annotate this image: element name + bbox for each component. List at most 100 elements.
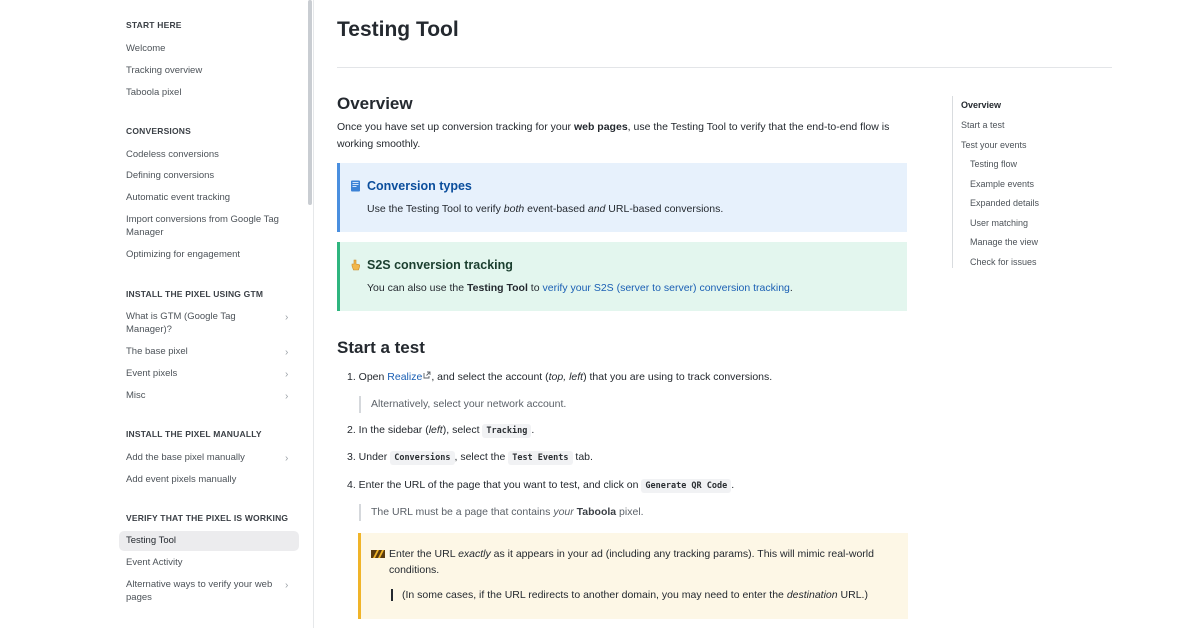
sidebar-item-misc[interactable]: Misc [126,390,296,403]
note-text: pixel. [616,506,644,518]
step-text: , and select the account ( [431,371,549,383]
sidebar-item-welcome[interactable]: Welcome [126,43,296,56]
sidebar-item-import-conversions-gtm[interactable]: Import conversions from Google Tag Manag… [126,214,296,239]
warning-text: Enter the URL exactly as it appears in y… [389,546,889,578]
hand-pointing-icon [351,259,361,271]
chevron-right-icon[interactable]: › [285,454,293,464]
sidebar-item-event-pixels[interactable]: Event pixels [126,368,296,381]
toc-item-testing-flow[interactable]: Testing flow [970,159,1017,169]
title-divider [337,67,1112,68]
overview-text: Once you have set up conversion tracking… [337,121,574,133]
sidebar-item-codeless-conversions[interactable]: Codeless conversions [126,149,296,162]
step-1-note: Alternatively, select your network accou… [359,396,566,413]
callout-conversion-types: Conversion types Use the Testing Tool to… [337,163,907,232]
overview-heading: Overview [337,94,413,113]
step-3: 3. Under Conversions, select the Test Ev… [347,451,593,465]
overview-paragraph: Once you have set up conversion tracking… [337,119,912,153]
sidebar-item-what-is-gtm[interactable]: What is GTM (Google Tag Manager)? [126,311,276,336]
overview-bold: web pages [573,121,628,133]
toc-item-overview[interactable]: Overview [961,100,1001,110]
sidebar-item-taboola-pixel[interactable]: Taboola pixel [126,87,296,100]
toc-item-check-for-issues[interactable]: Check for issues [970,257,1037,267]
warning-text-part: Enter the URL [389,548,459,560]
page-title: Testing Tool [337,18,459,41]
toc-item-user-matching[interactable]: User matching [970,218,1028,228]
note-bold: Taboola [573,506,617,518]
step-4-note: The URL must be a page that contains you… [359,504,644,521]
callout-text: . [789,282,793,294]
sidebar-heading-install-manually: INSTALL THE PIXEL MANUALLY [126,429,262,439]
sidebar-heading-verify: VERIFY THAT THE PIXEL IS WORKING [126,513,289,523]
step-text: ) that you are using to track conversion… [583,371,773,383]
chevron-right-icon[interactable]: › [285,581,293,591]
step-text: 4. Enter the URL of the page that you wa… [347,479,642,491]
callout-bold: Testing Tool [467,282,528,294]
code-generate-qr: Generate QR Code [641,479,732,493]
callout-emphasis: both [503,203,525,215]
step-text: 2. In the sidebar ( [347,424,429,436]
sidebar-item-add-event-pixels-manually[interactable]: Add event pixels manually [126,474,296,487]
sidebar-item-event-activity[interactable]: Event Activity [126,557,296,570]
chevron-right-icon[interactable]: › [285,370,293,380]
warning-note-emphasis: destination [786,589,838,601]
callout-text: You can also use the [367,282,468,294]
sidebar-item-add-base-pixel-manually[interactable]: Add the base pixel manually [126,452,296,465]
step-text: 1. Open [347,371,388,383]
callout-title: Conversion types [367,179,472,193]
step-text: ), select [442,424,483,436]
verify-s2s-link[interactable]: verify your S2S (server to server) conve… [542,282,789,294]
book-icon [351,180,360,192]
sidebar-heading-conversions: CONVERSIONS [126,126,192,136]
sidebar-item-defining-conversions[interactable]: Defining conversions [126,170,296,183]
callout-text: event-based [524,203,588,215]
code-tracking: Tracking [482,424,532,438]
sidebar-item-alternative-ways[interactable]: Alternative ways to verify your web page… [126,579,276,604]
sidebar-item-base-pixel[interactable]: The base pixel [126,346,296,359]
step-emphasis: left [428,424,443,436]
sidebar-item-optimizing-engagement[interactable]: Optimizing for engagement [126,249,296,262]
step-text: . [531,424,535,436]
callout-body: You can also use the Testing Tool to ver… [367,282,793,294]
sidebar-heading-start-here: START HERE [126,20,182,30]
sidebar-scrollbar[interactable] [308,0,312,205]
warning-note: (In some cases, if the URL redirects to … [391,589,868,601]
chevron-right-icon[interactable]: › [285,313,293,323]
step-text: . [731,479,735,491]
docs-sidebar: START HERE Welcome Tracking overview Tab… [0,0,314,628]
warning-note-text: (In some cases, if the URL redirects to … [402,589,787,601]
step-4: 4. Enter the URL of the page that you wa… [347,479,735,493]
step-text: , select the [454,451,509,463]
warning-note-text: URL.) [837,589,868,601]
step-emphasis: top, left [548,371,584,383]
step-text: 3. Under [347,451,391,463]
callout-text: URL-based conversions. [605,203,724,215]
note-text: The URL must be a page that contains [371,506,554,518]
realize-link[interactable]: Realize [387,371,422,383]
toc-item-manage-the-view[interactable]: Manage the view [970,237,1038,247]
sidebar-item-tracking-overview[interactable]: Tracking overview [126,65,296,78]
chevron-right-icon[interactable]: › [285,392,293,402]
note-emphasis: your [553,506,574,518]
table-of-contents: Overview Start a test Test your events T… [952,96,1102,268]
sidebar-item-testing-tool[interactable]: Testing Tool [126,535,296,548]
sidebar-item-automatic-event-tracking[interactable]: Automatic event tracking [126,192,296,205]
toc-item-expanded-details[interactable]: Expanded details [970,198,1039,208]
step-1: 1. Open Realize , and select the account … [347,371,772,383]
start-test-heading: Start a test [337,338,425,357]
sidebar-heading-install-gtm: INSTALL THE PIXEL USING GTM [126,289,264,299]
toc-item-example-events[interactable]: Example events [970,179,1034,189]
step-text: tab. [572,451,593,463]
callout-text: Use the Testing Tool to verify [367,203,504,215]
toc-item-start-a-test[interactable]: Start a test [961,120,1005,130]
chevron-right-icon[interactable]: › [285,348,293,358]
code-conversions: Conversions [390,451,455,465]
warning-emphasis: exactly [458,548,491,560]
callout-s2s-tracking: S2S conversion tracking You can also use… [337,242,907,311]
caution-stripes-icon [371,550,385,558]
callout-warning-exact-url: Enter the URL exactly as it appears in y… [358,533,908,619]
code-test-events: Test Events [508,451,573,465]
step-2: 2. In the sidebar (left), select Trackin… [347,424,535,438]
toc-item-test-your-events[interactable]: Test your events [961,140,1027,150]
callout-title: S2S conversion tracking [367,258,513,272]
callout-body: Use the Testing Tool to verify both even… [367,203,723,215]
